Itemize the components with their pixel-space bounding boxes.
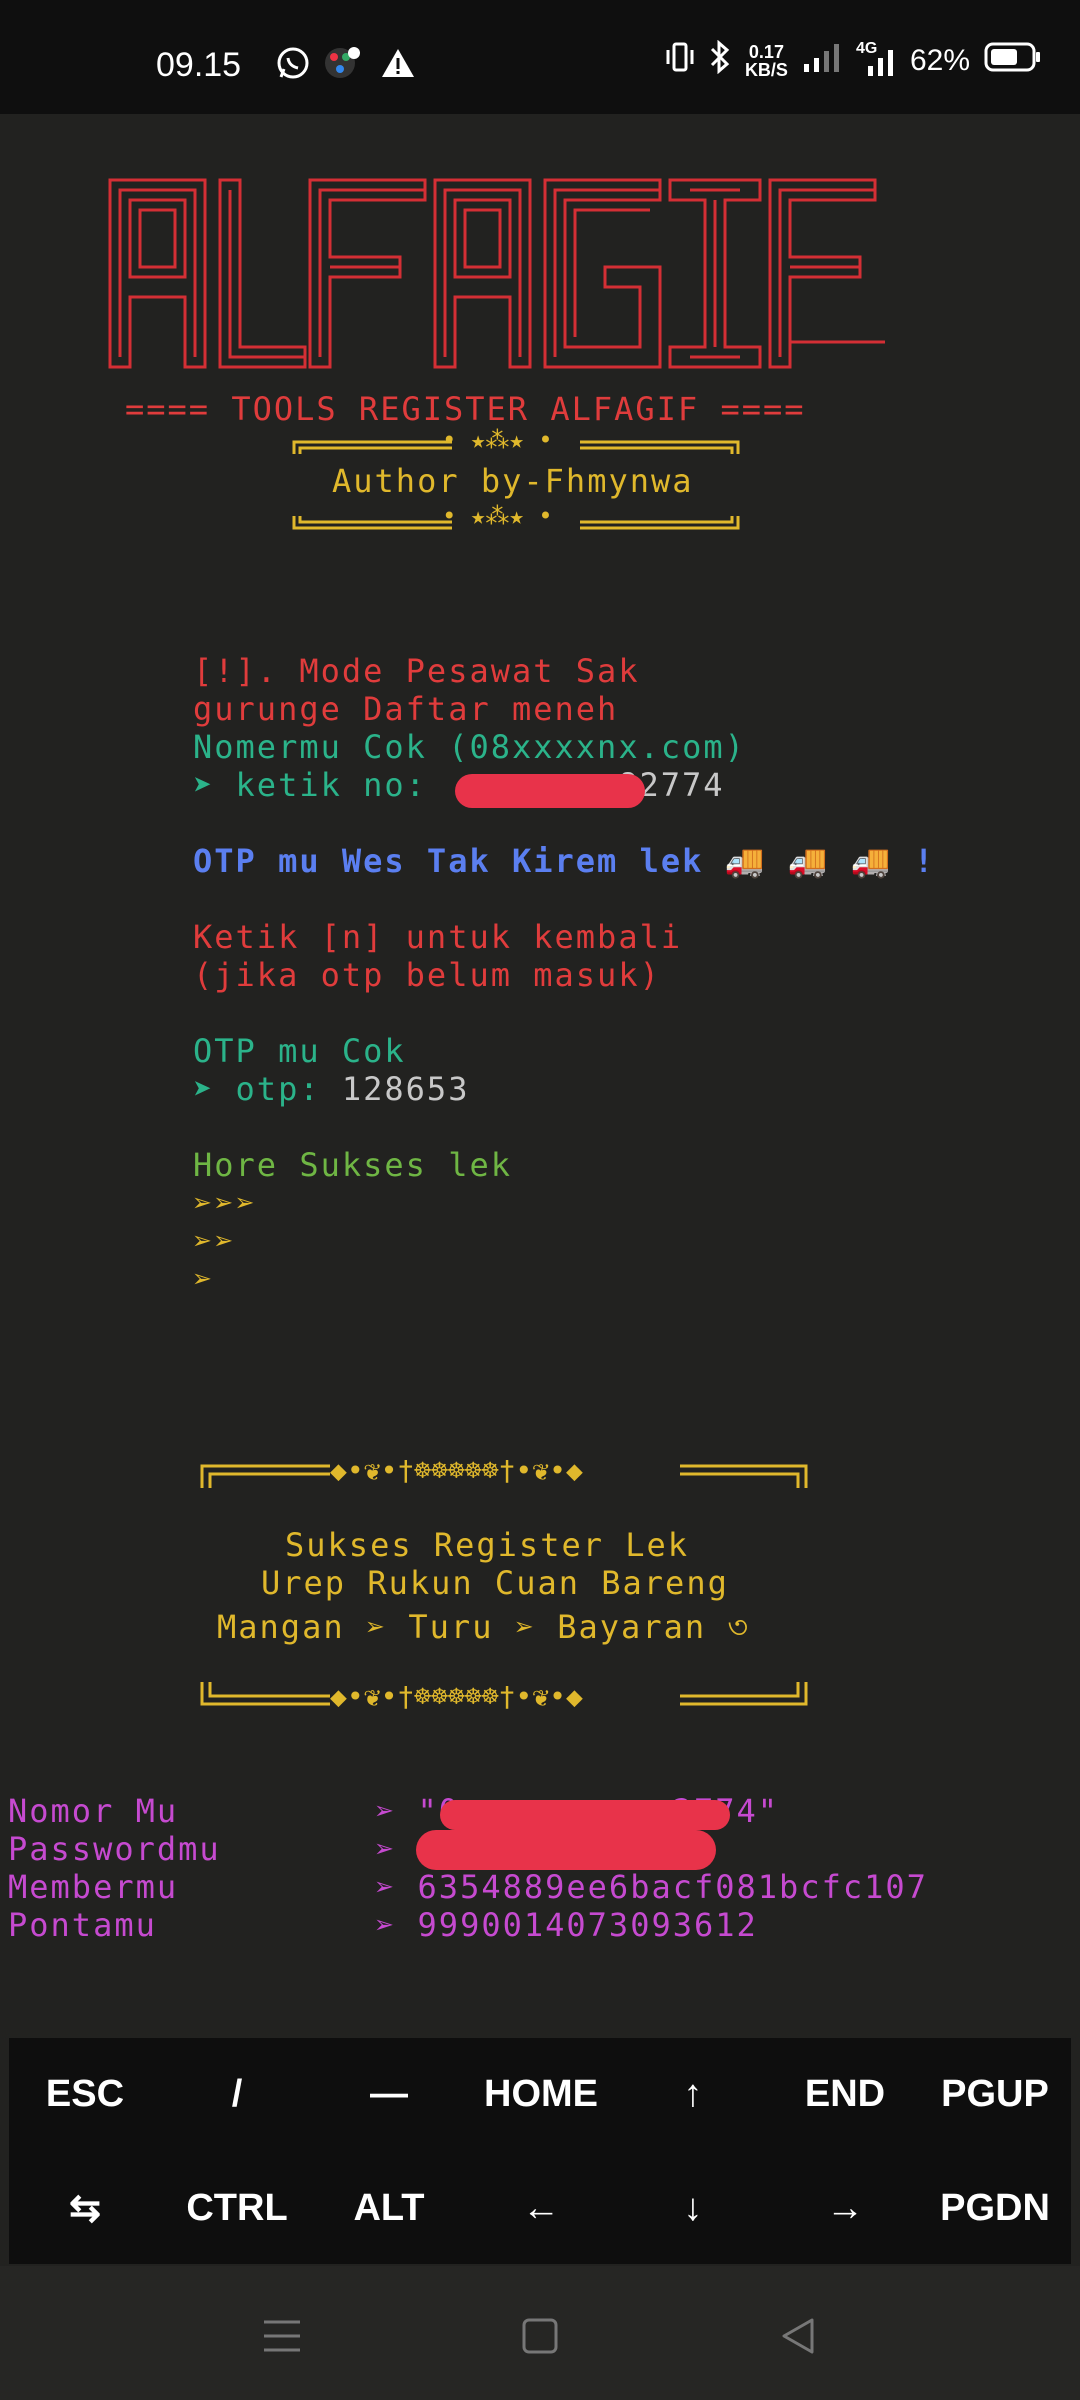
success-box: ◆•❦•†☸☸☸☸☸†•❦•◆ ◆•❦•†☸☸☸☸☸†•❦•◆ Sukses R… <box>200 1454 810 1713</box>
menu-icon[interactable] <box>252 2306 312 2366</box>
key-pgdn[interactable]: PGDN <box>919 2152 1071 2264</box>
alfagif-logo <box>108 178 885 369</box>
success-line-3: Mangan ➢ Turu ➢ Bayaran ৩ <box>217 1608 751 1646</box>
otp-prompt: OTP mu Cok <box>193 1032 406 1070</box>
signal-4g-icon: 4G <box>856 40 896 76</box>
key-tab[interactable]: ⇆ <box>9 2152 161 2264</box>
bluetooth-icon <box>709 39 731 82</box>
nomor-label: Nomor Mu <box>8 1792 179 1830</box>
key-home[interactable]: HOME <box>465 2038 617 2150</box>
arrows-line-3: ➢ <box>193 1260 215 1298</box>
warn-line-1: [!]. Mode Pesawat Sak <box>193 652 640 690</box>
back-hint-2: (jika otp belum masuk) <box>193 956 661 994</box>
key-end[interactable]: END <box>769 2038 921 2150</box>
status-right: 0.17 KB/S 4G 62% <box>665 39 1042 82</box>
extra-keys-bar: ESC / — HOME ↑ END PGUP ⇆ CTRL ALT ← ↓ →… <box>9 2038 1071 2264</box>
vibrate-icon <box>665 41 695 81</box>
redaction-mark <box>455 774 645 808</box>
success-ornament-bottom: ◆•❦•†☸☸☸☸☸†•❦•◆ <box>330 1680 583 1713</box>
app-notification-icon <box>322 46 362 80</box>
key-ctrl[interactable]: CTRL <box>161 2152 313 2264</box>
ponta-label: Pontamu <box>8 1906 157 1944</box>
member-label: Membermu <box>8 1868 179 1906</box>
key-dash[interactable]: — <box>313 2038 465 2150</box>
arrows-line-2: ➢➢ <box>193 1222 236 1260</box>
key-slash[interactable]: / <box>161 2038 313 2150</box>
member-value: ➢ 6354889ee6bacf081bcfc107 <box>375 1868 928 1906</box>
otp-input-line: ➤ otp: 128653 <box>193 1070 469 1108</box>
net-speed: 0.17 KB/S <box>744 42 788 80</box>
warn-line-2: gurunge Daftar meneh <box>193 690 619 728</box>
redaction-mark <box>416 1830 716 1870</box>
battery-icon <box>984 42 1042 80</box>
home-icon[interactable] <box>510 2306 570 2366</box>
key-right[interactable]: → <box>769 2152 921 2264</box>
success-line-1: Sukses Register Lek <box>285 1526 690 1564</box>
success-line-2: Urep Rukun Cuan Bareng <box>261 1564 729 1602</box>
password-value: ➢ <box>375 1830 397 1868</box>
key-pgup[interactable]: PGUP <box>919 2038 1071 2150</box>
key-alt[interactable]: ALT <box>313 2152 465 2264</box>
author-frame-ornament-top: • ★⁂★ • <box>442 426 553 454</box>
password-label: Passwordmu <box>8 1830 221 1868</box>
success-ornament-top: ◆•❦•†☸☸☸☸☸†•❦•◆ <box>330 1454 583 1487</box>
redaction-mark <box>440 1800 730 1830</box>
otp-label: ➤ otp: <box>193 1070 342 1108</box>
ponta-value: ➢ 9990014073093612 <box>375 1906 758 1944</box>
arrows-line-1: ➢➢➢ <box>193 1184 257 1222</box>
author-frame: • ★⁂★ • • ★⁂★ • Author by-Fhmynwa <box>292 426 740 530</box>
ketik-label: ➤ ketik no: <box>193 766 449 804</box>
author-frame-ornament-bottom: • ★⁂★ • <box>442 502 553 530</box>
success-line: Hore Sukses lek <box>193 1146 512 1184</box>
key-down[interactable]: ↓ <box>617 2152 769 2264</box>
warning-icon <box>380 46 416 80</box>
key-esc[interactable]: ESC <box>9 2038 161 2150</box>
whatsapp-icon <box>276 46 310 80</box>
number-prompt: Nomermu Cok (08xxxxnx.com) <box>193 728 746 766</box>
back-icon[interactable] <box>768 2306 828 2366</box>
author-text: Author by-Fhmynwa <box>332 462 694 500</box>
key-left[interactable]: ← <box>465 2152 617 2264</box>
otp-value: 128653 <box>341 1070 470 1108</box>
status-bar: 09.15 0.17 KB/S 4G 62% <box>0 0 1080 114</box>
signal-icon <box>802 42 842 80</box>
system-nav-bar <box>0 2266 1080 2400</box>
battery-percent: 62% <box>909 44 970 77</box>
terminal-output[interactable]: ==== TOOLS REGISTER ALFAGIF ==== • ★⁂★ •… <box>0 114 1080 2038</box>
status-time: 09.15 <box>156 46 242 84</box>
back-hint-1: Ketik [n] untuk kembali <box>193 918 683 956</box>
key-up[interactable]: ↑ <box>617 2038 769 2150</box>
otp-sent-line: OTP mu Wes Tak Kirem lek 🚚 🚚 🚚 ! <box>193 842 936 880</box>
banner-subtitle: ==== TOOLS REGISTER ALFAGIF ==== <box>125 390 806 428</box>
